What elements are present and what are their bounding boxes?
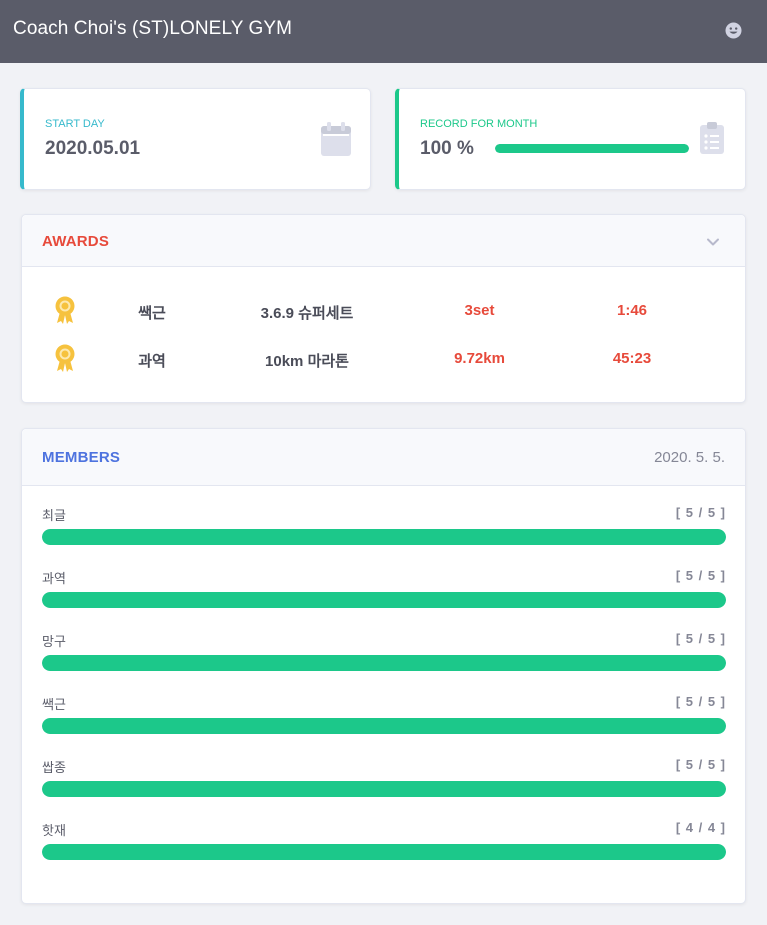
award-row: 과역 10km 마라톤 9.72km 45:23: [22, 344, 747, 374]
member-progress-bar: [42, 655, 726, 671]
awards-card: AWARDS 쌕근 3.6.9 슈퍼세트 3set 1:46 과역 10km 마라톤 9.7…: [21, 214, 746, 403]
award-event: 3.6.9 슈퍼세트: [260, 305, 354, 322]
awards-title: AWARDS: [42, 233, 110, 250]
member-row: 쌕근 [ 5 / 5 ]: [42, 694, 726, 744]
member-progress-fill: [42, 655, 726, 671]
member-attendance-count: [ 5 / 5 ]: [675, 568, 726, 583]
award-score: 3set: [464, 302, 495, 319]
member-progress-fill: [42, 844, 726, 860]
award-score: 9.72km: [454, 350, 505, 367]
award-event: 10km 마라톤: [265, 353, 349, 370]
record-month-label: RECORD FOR MONTH: [420, 118, 538, 130]
award-time: 1:46: [616, 302, 648, 319]
award-member-name: 쌕근: [138, 305, 166, 322]
member-row: 핫재 [ 4 / 4 ]: [42, 820, 726, 870]
member-name: 망구: [42, 634, 66, 649]
member-progress-fill: [42, 718, 726, 734]
record-month-card: RECORD FOR MONTH 100 %: [395, 88, 746, 190]
member-row: 과역 [ 5 / 5 ]: [42, 568, 726, 618]
member-name: 핫재: [42, 823, 66, 838]
start-day-value: 2020.05.01: [45, 138, 141, 159]
smiley-face-icon[interactable]: [725, 22, 742, 39]
start-day-label: START DAY: [45, 118, 105, 130]
member-name: 쌕근: [42, 697, 66, 712]
record-progress-bar: [495, 144, 689, 153]
member-progress-fill: [42, 592, 726, 608]
award-time: 45:23: [612, 350, 652, 367]
member-row: 최글 [ 5 / 5 ]: [42, 505, 726, 555]
member-progress-bar: [42, 529, 726, 545]
awards-header[interactable]: AWARDS: [22, 215, 745, 267]
member-attendance-count: [ 5 / 5 ]: [675, 505, 726, 520]
member-row: 쌉종 [ 5 / 5 ]: [42, 757, 726, 807]
member-row: 망구 [ 5 / 5 ]: [42, 631, 726, 681]
calendar-icon: [321, 122, 351, 161]
members-date: 2020. 5. 5.: [654, 449, 725, 466]
member-name: 쌉종: [42, 760, 66, 775]
members-card: MEMBERS 2020. 5. 5. 최글 [ 5 / 5 ] 과역 [ 5 / 5…: [21, 428, 746, 904]
members-header: MEMBERS 2020. 5. 5.: [22, 429, 745, 486]
start-day-card: START DAY 2020.05.01: [20, 88, 371, 190]
member-name: 최글: [42, 508, 66, 523]
record-month-value: 100 %: [420, 138, 474, 159]
app-title[interactable]: Coach Choi's (ST)LONELY GYM: [13, 18, 292, 40]
members-title: MEMBERS: [42, 449, 121, 466]
chevron-down-icon[interactable]: [705, 235, 721, 249]
member-progress-fill: [42, 529, 726, 545]
member-progress-bar: [42, 781, 726, 797]
award-medal-icon: [54, 296, 76, 329]
award-member-name: 과역: [138, 353, 166, 370]
member-attendance-count: [ 5 / 5 ]: [675, 757, 726, 772]
member-attendance-count: [ 4 / 4 ]: [675, 820, 726, 835]
award-row: 쌕근 3.6.9 슈퍼세트 3set 1:46: [22, 296, 747, 326]
member-attendance-count: [ 5 / 5 ]: [675, 694, 726, 709]
clipboard-list-icon: [700, 122, 724, 159]
member-progress-fill: [42, 781, 726, 797]
member-attendance-count: [ 5 / 5 ]: [675, 631, 726, 646]
member-progress-bar: [42, 844, 726, 860]
member-progress-bar: [42, 718, 726, 734]
member-name: 과역: [42, 571, 66, 586]
top-navbar: Coach Choi's (ST)LONELY GYM: [0, 0, 767, 63]
record-progress-fill: [495, 144, 689, 153]
member-progress-bar: [42, 592, 726, 608]
award-medal-icon: [54, 344, 76, 377]
